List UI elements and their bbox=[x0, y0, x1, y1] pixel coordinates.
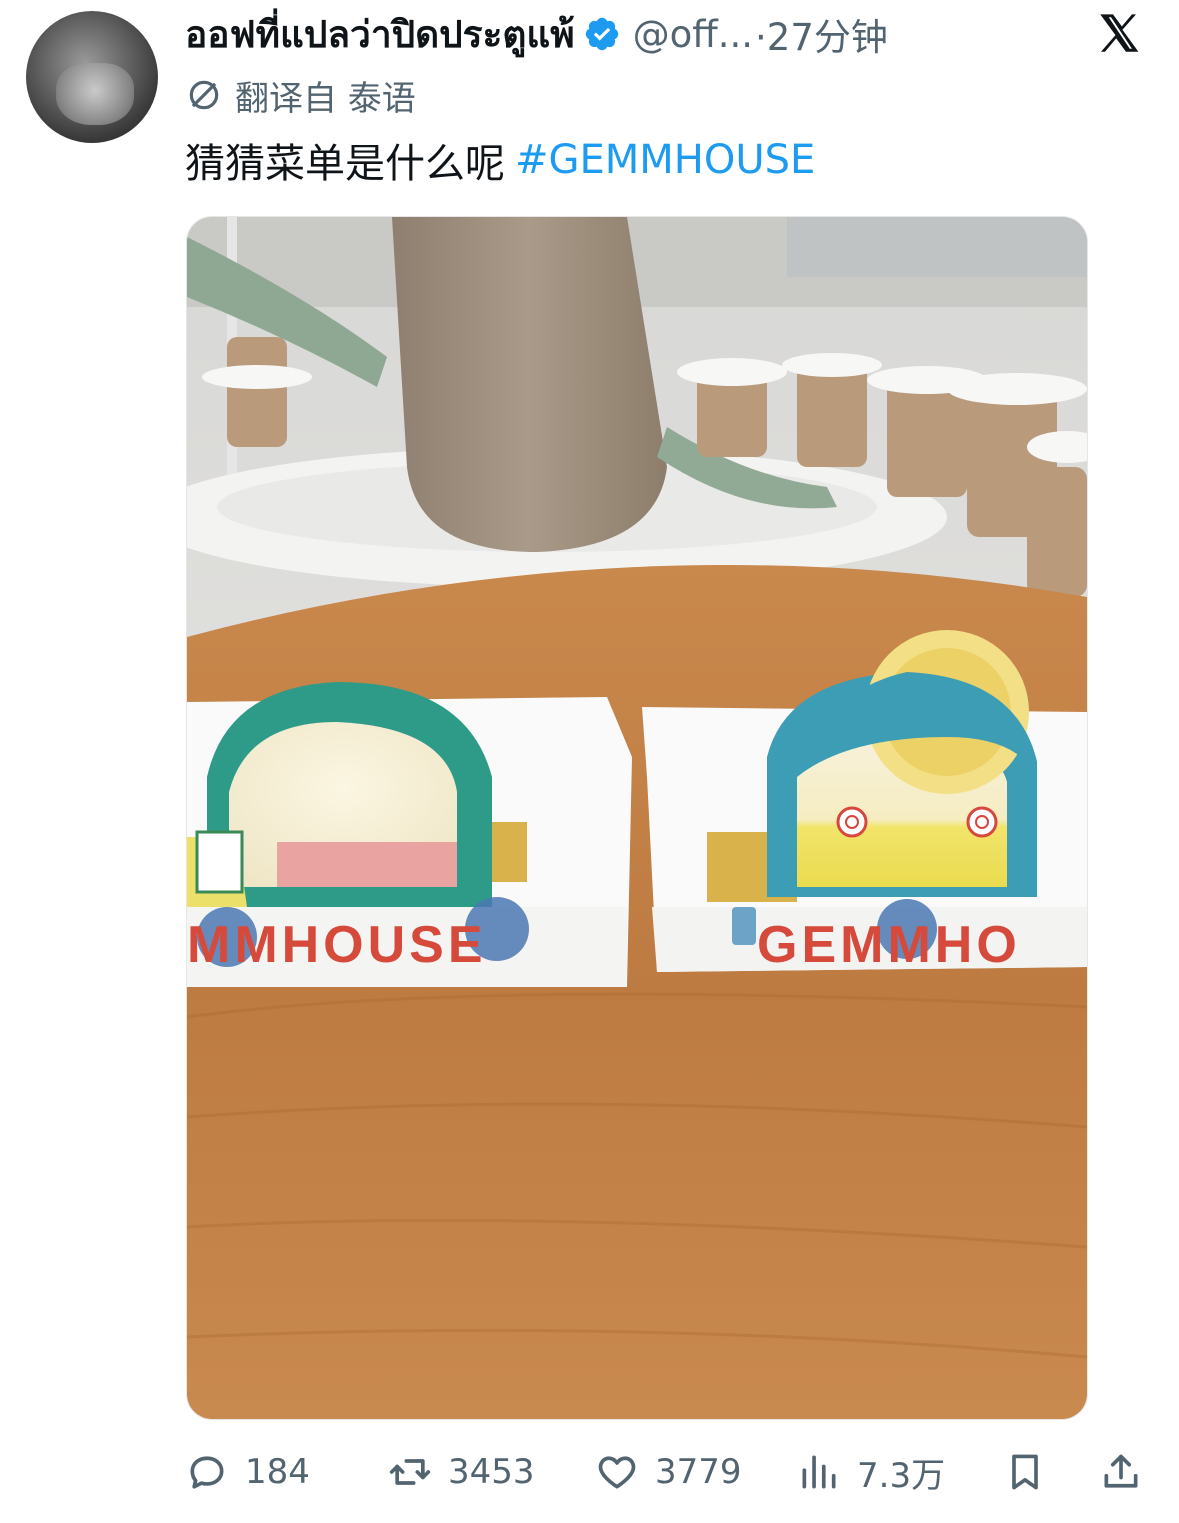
reply-icon bbox=[190, 1456, 224, 1489]
tweet-text: 猜猜菜单是什么呢 bbox=[185, 141, 505, 187]
repost-button[interactable]: 3453 bbox=[388, 1440, 535, 1504]
x-logo-icon[interactable] bbox=[1095, 10, 1145, 56]
avatar[interactable] bbox=[26, 11, 158, 143]
view-count: 7.3万 bbox=[857, 1455, 946, 1496]
tweet-actions: 184 3453 3779 7.3万 bbox=[185, 1440, 1145, 1504]
share-button[interactable] bbox=[1099, 1440, 1143, 1504]
views-button[interactable]: 7.3万 bbox=[797, 1440, 945, 1504]
display-name[interactable]: ออฟที่แปลว่าปิดประตูแพ้ bbox=[185, 5, 575, 64]
translation-label: 翻译自 泰语 bbox=[235, 78, 416, 119]
like-button[interactable]: 3779 bbox=[595, 1440, 742, 1504]
bookmark-button[interactable] bbox=[1003, 1440, 1047, 1504]
tweet-photo[interactable]: MMHOUSE GEMMHO bbox=[186, 216, 1088, 1420]
bookmark-icon bbox=[1012, 1454, 1038, 1490]
hashtag-link[interactable]: #GEMMHOUSE bbox=[515, 137, 815, 183]
box-left-text: MMHOUSE bbox=[187, 916, 487, 974]
like-count: 3779 bbox=[655, 1452, 742, 1492]
box-right-text: GEMMHO bbox=[757, 916, 1021, 974]
repost-icon bbox=[389, 1459, 431, 1485]
verified-badge-icon bbox=[583, 15, 621, 53]
author-handle[interactable]: @off... bbox=[633, 13, 753, 56]
views-icon bbox=[802, 1455, 836, 1489]
translation-note[interactable]: 翻译自 泰语 bbox=[185, 72, 416, 119]
repost-count: 3453 bbox=[448, 1452, 535, 1492]
reply-button[interactable]: 184 bbox=[185, 1440, 310, 1504]
share-icon bbox=[1104, 1454, 1138, 1488]
like-icon bbox=[598, 1456, 636, 1489]
tweet-header: ออฟที่แปลว่าปิดประตูแพ้ @off... ·27分钟 bbox=[185, 6, 1079, 62]
tweet-body: 猜猜菜单是什么呢 #GEMMHOUSE bbox=[185, 132, 815, 188]
reply-count: 184 bbox=[245, 1452, 310, 1492]
translate-icon bbox=[189, 80, 219, 110]
tweet-time[interactable]: ·27分钟 bbox=[755, 7, 888, 61]
